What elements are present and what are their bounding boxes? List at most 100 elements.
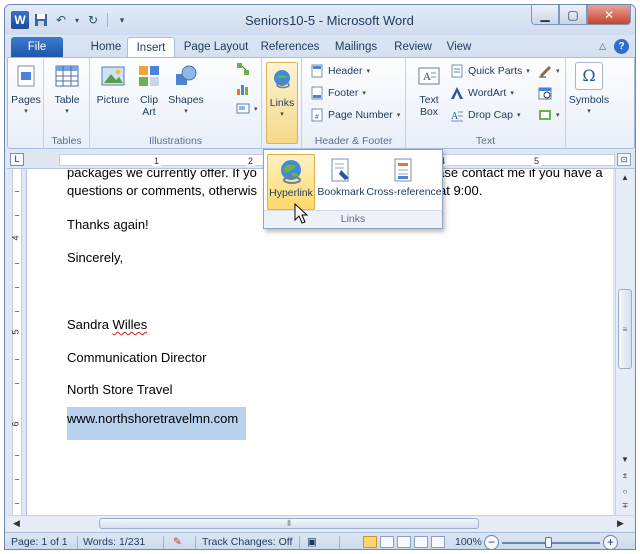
doc-line-partial-right: lease contact me if you have a (427, 169, 603, 180)
tab-mailings[interactable]: Mailings (329, 37, 383, 57)
view-ruler-icon[interactable]: ⊡ (617, 153, 631, 166)
clip-art-button[interactable]: Clip Art (134, 62, 164, 118)
doc-website-selected[interactable]: www.northshoretravelmn.com (67, 407, 247, 440)
zoom-slider-thumb[interactable] (545, 537, 552, 548)
footer-caret-icon: ▾ (362, 90, 366, 97)
vertical-scroll-thumb[interactable]: ≡ (618, 289, 632, 369)
status-page[interactable]: Page: 1 of 1 (11, 536, 68, 548)
drop-cap-button[interactable]: A Drop Cap ▾ (450, 108, 520, 122)
tab-file[interactable]: File (11, 37, 63, 57)
group-links: Links ▾ (262, 58, 302, 149)
redo-icon[interactable]: ↻ (85, 11, 101, 29)
tab-right-controls: △ ? (599, 39, 629, 54)
footer-button[interactable]: Footer ▾ (310, 86, 366, 100)
minimize-ribbon-icon[interactable]: △ (599, 41, 606, 52)
tab-insert[interactable]: Insert (127, 37, 175, 57)
web-layout-view-icon[interactable] (397, 536, 411, 548)
symbols-button[interactable]: Ω Symbols ▾ (568, 62, 610, 118)
page-number-button[interactable]: # Page Number ▾ (310, 108, 400, 122)
ribbon-tabs: File Home Insert Page Layout References … (5, 35, 635, 57)
picture-button[interactable]: Picture (94, 62, 132, 106)
object-button[interactable]: ▾ (538, 108, 560, 122)
minimize-button[interactable]: ▁ (531, 5, 559, 25)
object-caret-icon: ▾ (556, 112, 560, 119)
tab-page-layout[interactable]: Page Layout (181, 37, 251, 57)
group-text: A Text Box Quick Parts ▾ WordArt ▾ A Dro… (406, 58, 566, 149)
screenshot-button[interactable]: ▾ (236, 102, 258, 116)
clip-art-label-1: Clip (139, 94, 159, 106)
quick-access-toolbar: W ↶ ▾ ↻ ▾ (11, 11, 130, 29)
full-screen-reading-view-icon[interactable] (380, 536, 394, 548)
close-button[interactable]: ✕ (587, 5, 631, 25)
scroll-right-icon[interactable]: ▶ (617, 518, 624, 529)
customize-qat-icon[interactable]: ▾ (114, 11, 130, 29)
symbols-label: Symbols (568, 94, 610, 106)
pages-button[interactable]: Pages ▾ (11, 62, 41, 118)
signature-line-button[interactable]: ▾ (538, 64, 560, 78)
tab-review[interactable]: Review (389, 37, 437, 57)
vruler-tick (15, 191, 19, 192)
doc-thanks: Thanks again! (67, 217, 149, 232)
zoom-in-icon[interactable]: + (603, 535, 618, 549)
print-layout-view-icon[interactable] (363, 536, 377, 548)
zoom-out-icon[interactable]: − (484, 535, 499, 549)
shapes-button[interactable]: Shapes ▾ (166, 62, 206, 118)
page-number-caret-icon: ▾ (396, 112, 401, 119)
table-label: Table (54, 94, 80, 106)
quick-parts-button[interactable]: Quick Parts ▾ (450, 64, 530, 78)
previous-page-icon[interactable]: ± (619, 471, 631, 483)
wordart-button[interactable]: WordArt ▾ (450, 86, 514, 100)
header-caret-icon: ▾ (366, 68, 370, 75)
maximize-button[interactable]: ▢ (559, 5, 587, 25)
page-number-label: Page Number (328, 109, 393, 121)
qat-separator (107, 13, 108, 27)
status-separator (299, 536, 300, 549)
tab-selector[interactable]: L (10, 153, 24, 166)
draft-view-icon[interactable] (431, 536, 445, 548)
chart-button[interactable] (236, 82, 250, 96)
links-button[interactable]: Links ▾ (266, 62, 298, 144)
links-dropdown: Hyperlink Bookmark Cross-reference Links (263, 149, 443, 229)
vertical-ruler[interactable]: 4 5 6 (7, 169, 27, 515)
text-box-button[interactable]: A Text Box (412, 62, 446, 118)
scroll-left-icon[interactable]: ◀ (13, 518, 20, 529)
select-browse-object-icon[interactable]: ○ (619, 487, 631, 499)
vertical-scrollbar[interactable]: ▲ ≡ ▼ ± ○ ∓ (615, 169, 633, 515)
table-icon (53, 62, 81, 90)
group-tables: Table ▾ Tables (44, 58, 90, 149)
header-button[interactable]: Header ▾ (310, 64, 370, 78)
cross-reference-button[interactable]: Cross-reference (366, 154, 442, 210)
help-icon[interactable]: ? (614, 39, 629, 54)
tab-references[interactable]: References (259, 37, 321, 57)
scroll-up-icon[interactable]: ▲ (619, 173, 631, 185)
table-button[interactable]: Table ▾ (50, 62, 84, 118)
doc-line-2-left: questions or comments, otherwis (67, 183, 258, 198)
date-time-button[interactable] (538, 86, 552, 100)
scroll-down-icon[interactable]: ▼ (619, 455, 631, 467)
save-icon[interactable] (33, 11, 49, 29)
undo-icon[interactable]: ↶ (53, 11, 69, 29)
bookmark-button[interactable]: Bookmark (316, 154, 366, 210)
hyperlink-button[interactable]: Hyperlink (267, 154, 315, 210)
status-words[interactable]: Words: 1/231 (83, 536, 145, 548)
horizontal-scrollbar[interactable]: ◀ ⦀ ▶ (7, 515, 633, 531)
footer-label: Footer (328, 87, 359, 99)
next-page-icon[interactable]: ∓ (619, 501, 631, 513)
text-box-label-1: Text (419, 94, 439, 106)
ruler-num-1: 1 (152, 156, 162, 166)
table-caret-icon: ▾ (65, 108, 69, 115)
outline-view-icon[interactable] (414, 536, 428, 548)
status-track-changes[interactable]: Track Changes: Off (202, 536, 292, 548)
macro-record-icon[interactable]: ▣ (307, 536, 317, 548)
cross-reference-icon (391, 156, 417, 186)
horizontal-scroll-thumb[interactable]: ⦀ (99, 518, 479, 529)
proofing-icon[interactable]: ✎ (173, 536, 182, 548)
tab-home[interactable]: Home (85, 37, 127, 57)
zoom-level[interactable]: 100% (455, 536, 482, 548)
shapes-label: Shapes (168, 94, 204, 106)
smartart-button[interactable] (236, 62, 250, 76)
undo-dropdown-icon[interactable]: ▾ (73, 11, 81, 29)
text-box-label-2: Box (419, 106, 439, 118)
tab-view[interactable]: View (441, 37, 477, 57)
word-app-icon[interactable]: W (11, 11, 29, 29)
